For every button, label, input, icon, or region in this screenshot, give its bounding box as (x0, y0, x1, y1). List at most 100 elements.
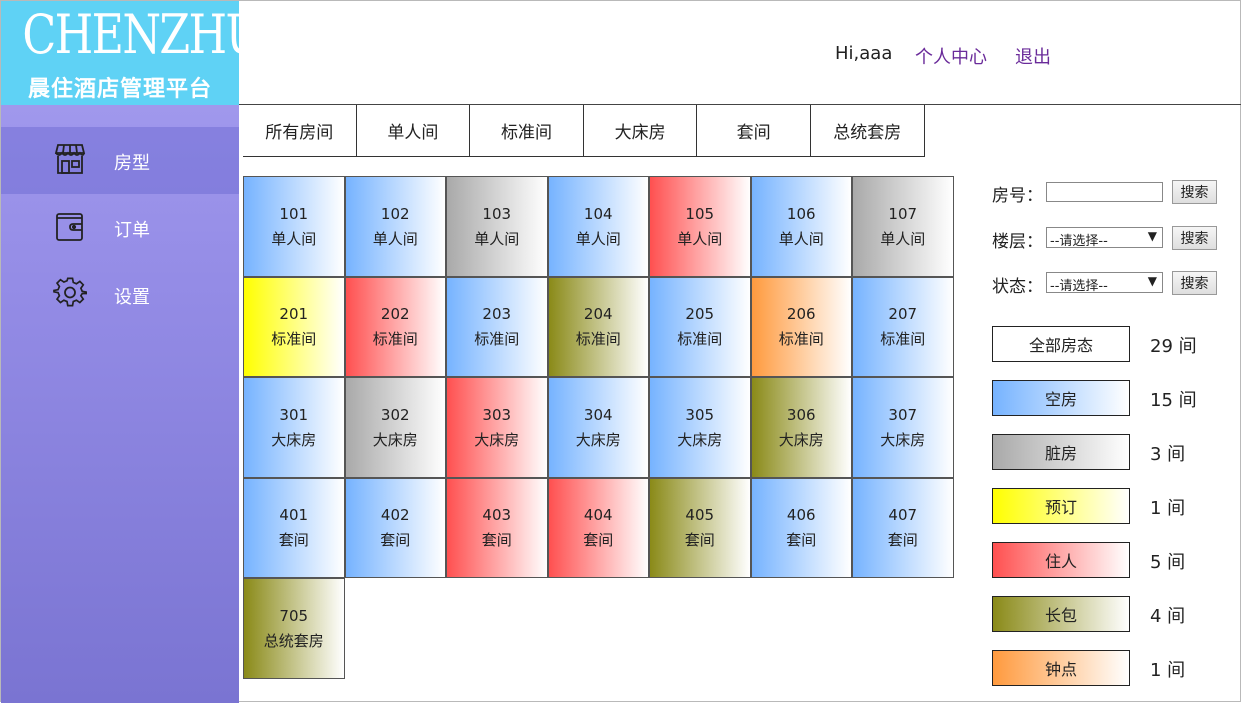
floor-select[interactable]: --请选择-- ▼ (1046, 227, 1163, 249)
room-number: 307 (888, 405, 918, 424)
tab-presidential-suite[interactable]: 总统套房 (810, 105, 925, 157)
legend-count: 5 间 (1150, 552, 1186, 573)
room-card[interactable]: 303 大床房 (446, 377, 548, 478)
room-type: 单人间 (271, 229, 317, 248)
top-header: Hi,aaa 个人中心 退出 (239, 1, 1241, 105)
room-number: 407 (888, 506, 918, 525)
legend-status-button[interactable]: 脏房 (992, 434, 1130, 470)
room-type-tabs: 所有房间 单人间 标准间 大床房 套间 总统套房 (243, 105, 925, 157)
room-type: 标准间 (880, 330, 926, 349)
room-number-input[interactable] (1046, 182, 1163, 202)
floor-search-button[interactable]: 搜索 (1172, 226, 1217, 250)
dropdown-arrow-icon: ▼ (1147, 229, 1157, 243)
room-number: 705 (279, 606, 309, 625)
storefront-icon (54, 144, 86, 174)
room-card[interactable]: 301 大床房 (243, 377, 345, 478)
room-card[interactable]: 407 套间 (852, 477, 954, 578)
room-number: 104 (583, 204, 613, 223)
profile-link[interactable]: 个人中心 (915, 43, 987, 69)
legend-count: 4 间 (1150, 606, 1186, 627)
state-search-button[interactable]: 搜索 (1172, 271, 1217, 295)
sidebar-item-settings[interactable]: 设置 (1, 261, 239, 328)
room-type: 标准间 (677, 330, 723, 349)
room-card[interactable]: 105 单人间 (649, 176, 751, 277)
logo-subtitle: 晨住酒店管理平台 (27, 77, 212, 102)
room-type: 套间 (380, 531, 411, 550)
room-card[interactable]: 204 标准间 (547, 276, 649, 377)
sidebar-item-room-types[interactable]: 房型 (1, 127, 239, 194)
logo-title: CHENZHU (22, 3, 239, 66)
room-number: 203 (482, 305, 512, 324)
room-type: 标准间 (372, 330, 418, 349)
room-type: 大床房 (677, 430, 723, 449)
room-number: 302 (380, 405, 410, 424)
room-number: 304 (583, 405, 613, 424)
room-card[interactable]: 201 标准间 (243, 276, 345, 377)
room-type: 大床房 (271, 430, 317, 449)
room-card[interactable]: 403 套间 (446, 477, 548, 578)
room-card[interactable]: 106 单人间 (750, 176, 852, 277)
legend-status-button[interactable]: 钟点 (992, 650, 1130, 686)
room-card[interactable]: 102 单人间 (344, 176, 446, 277)
room-card[interactable]: 206 标准间 (750, 276, 852, 377)
room-number: 107 (888, 204, 918, 223)
room-card[interactable]: 205 标准间 (649, 276, 751, 377)
legend-status-button[interactable]: 住人 (992, 542, 1130, 578)
room-card[interactable]: 307 大床房 (852, 377, 954, 478)
tab-standard[interactable]: 标准间 (470, 105, 584, 157)
tab-suite[interactable]: 套间 (697, 105, 811, 157)
tab-single[interactable]: 单人间 (356, 105, 471, 157)
gear-icon (53, 277, 87, 307)
room-card[interactable]: 101 单人间 (243, 176, 345, 277)
room-number-label: 房号： (992, 186, 1043, 206)
room-type: 单人间 (677, 229, 723, 248)
room-card[interactable]: 207 标准间 (852, 276, 954, 377)
room-type: 标准间 (575, 330, 621, 349)
room-card[interactable]: 203 标准间 (446, 276, 548, 377)
tab-all-rooms[interactable]: 所有房间 (243, 105, 357, 157)
sidebar-item-label: 订单 (114, 220, 150, 241)
room-card[interactable]: 103 单人间 (446, 176, 548, 277)
logout-link[interactable]: 退出 (1015, 43, 1051, 69)
room-type: 单人间 (372, 229, 418, 248)
room-card[interactable]: 401 套间 (243, 477, 345, 578)
room-number: 403 (482, 506, 512, 525)
state-select[interactable]: --请选择-- ▼ (1046, 272, 1163, 294)
room-type: 标准间 (474, 330, 520, 349)
legend-count: 15 间 (1150, 390, 1197, 411)
room-number: 301 (279, 405, 309, 424)
room-type: 单人间 (575, 229, 621, 248)
room-number: 406 (786, 506, 816, 525)
legend-count: 1 间 (1150, 660, 1186, 681)
sidebar-item-label: 设置 (114, 287, 150, 308)
room-card[interactable]: 404 套间 (547, 477, 649, 578)
user-greeting: Hi,aaa (835, 43, 893, 64)
room-card[interactable]: 406 套间 (750, 477, 852, 578)
room-card[interactable]: 305 大床房 (649, 377, 751, 478)
dropdown-arrow-icon: ▼ (1147, 274, 1157, 288)
tab-king[interactable]: 大床房 (583, 105, 698, 157)
floor-select-value: --请选择-- (1050, 234, 1108, 249)
room-number-search-button[interactable]: 搜索 (1172, 180, 1217, 204)
logo: CHENZHU 晨住酒店管理平台 (1, 1, 239, 105)
legend-status-button[interactable]: 长包 (992, 596, 1130, 632)
room-card[interactable]: 405 套间 (649, 477, 751, 578)
legend-count: 1 间 (1150, 498, 1186, 519)
room-number: 202 (380, 305, 410, 324)
legend-status-button[interactable]: 空房 (992, 380, 1130, 416)
legend-status-button[interactable]: 预订 (992, 488, 1130, 524)
room-number: 404 (583, 506, 613, 525)
room-card[interactable]: 107 单人间 (852, 176, 954, 277)
sidebar-item-orders[interactable]: 订单 (1, 194, 239, 261)
room-card[interactable]: 705 总统套房 (243, 578, 345, 679)
room-card[interactable]: 304 大床房 (547, 377, 649, 478)
room-card[interactable]: 306 大床房 (750, 377, 852, 478)
room-card[interactable]: 202 标准间 (344, 276, 446, 377)
room-card[interactable]: 302 大床房 (344, 377, 446, 478)
legend-status-button[interactable]: 全部房态 (992, 326, 1130, 362)
room-type: 大床房 (372, 430, 418, 449)
legend-count: 29 间 (1150, 336, 1197, 357)
room-card[interactable]: 104 单人间 (547, 176, 649, 277)
room-number: 402 (380, 506, 410, 525)
room-card[interactable]: 402 套间 (344, 477, 446, 578)
